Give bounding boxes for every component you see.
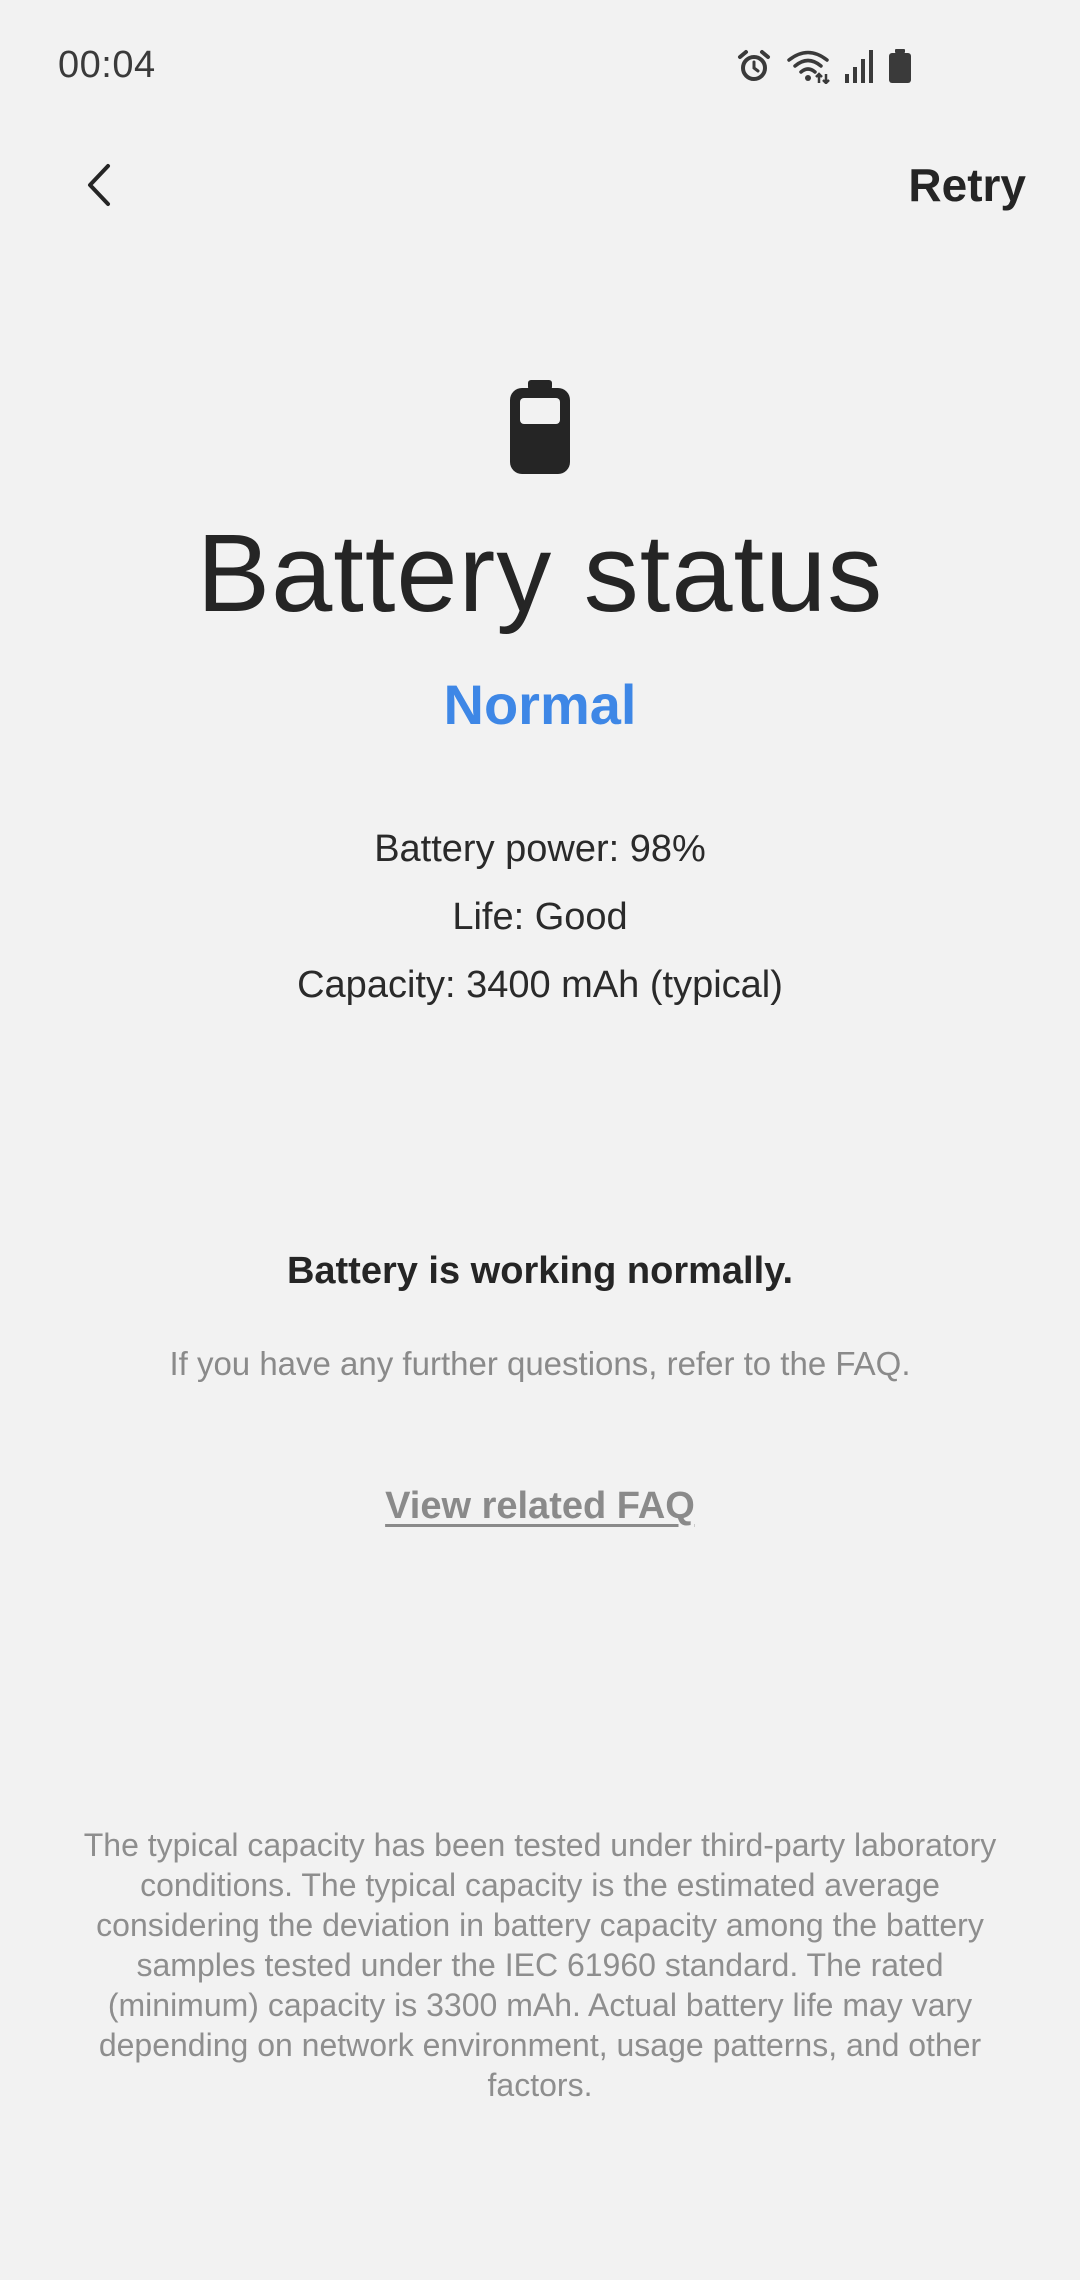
status-time: 00:04 <box>58 44 156 86</box>
page-title: Battery status <box>196 512 884 635</box>
status-icons <box>736 48 912 84</box>
battery-status-icon <box>888 48 912 84</box>
retry-button[interactable]: Retry <box>908 158 1026 212</box>
battery-life-line: Life: Good <box>452 896 628 938</box>
battery-details: Battery power: 98% Life: Good Capacity: … <box>0 815 1080 1019</box>
view-faq-link[interactable]: View related FAQ <box>385 1485 695 1527</box>
battery-power-line: Battery power: 98% <box>374 828 706 870</box>
status-bar: 00:04 <box>0 0 1080 130</box>
capacity-footnote: The typical capacity has been tested und… <box>83 1827 997 2103</box>
alarm-icon <box>736 48 772 84</box>
status-value: Normal <box>443 673 637 736</box>
status-message: Battery is working normally. <box>286 1250 794 1292</box>
faq-hint: If you have any further questions, refer… <box>169 1345 911 1382</box>
battery-icon <box>510 380 570 474</box>
back-button[interactable] <box>60 145 140 225</box>
battery-capacity-line: Capacity: 3400 mAh (typical) <box>297 964 783 1006</box>
chevron-left-icon <box>88 164 110 206</box>
signal-icon <box>844 48 874 84</box>
battery-status-screen: 00:04 Retry Battery status Normal Batter… <box>0 0 1080 2280</box>
wifi-icon <box>786 48 830 84</box>
faq-link-container: View related FAQ <box>0 1485 1080 1528</box>
